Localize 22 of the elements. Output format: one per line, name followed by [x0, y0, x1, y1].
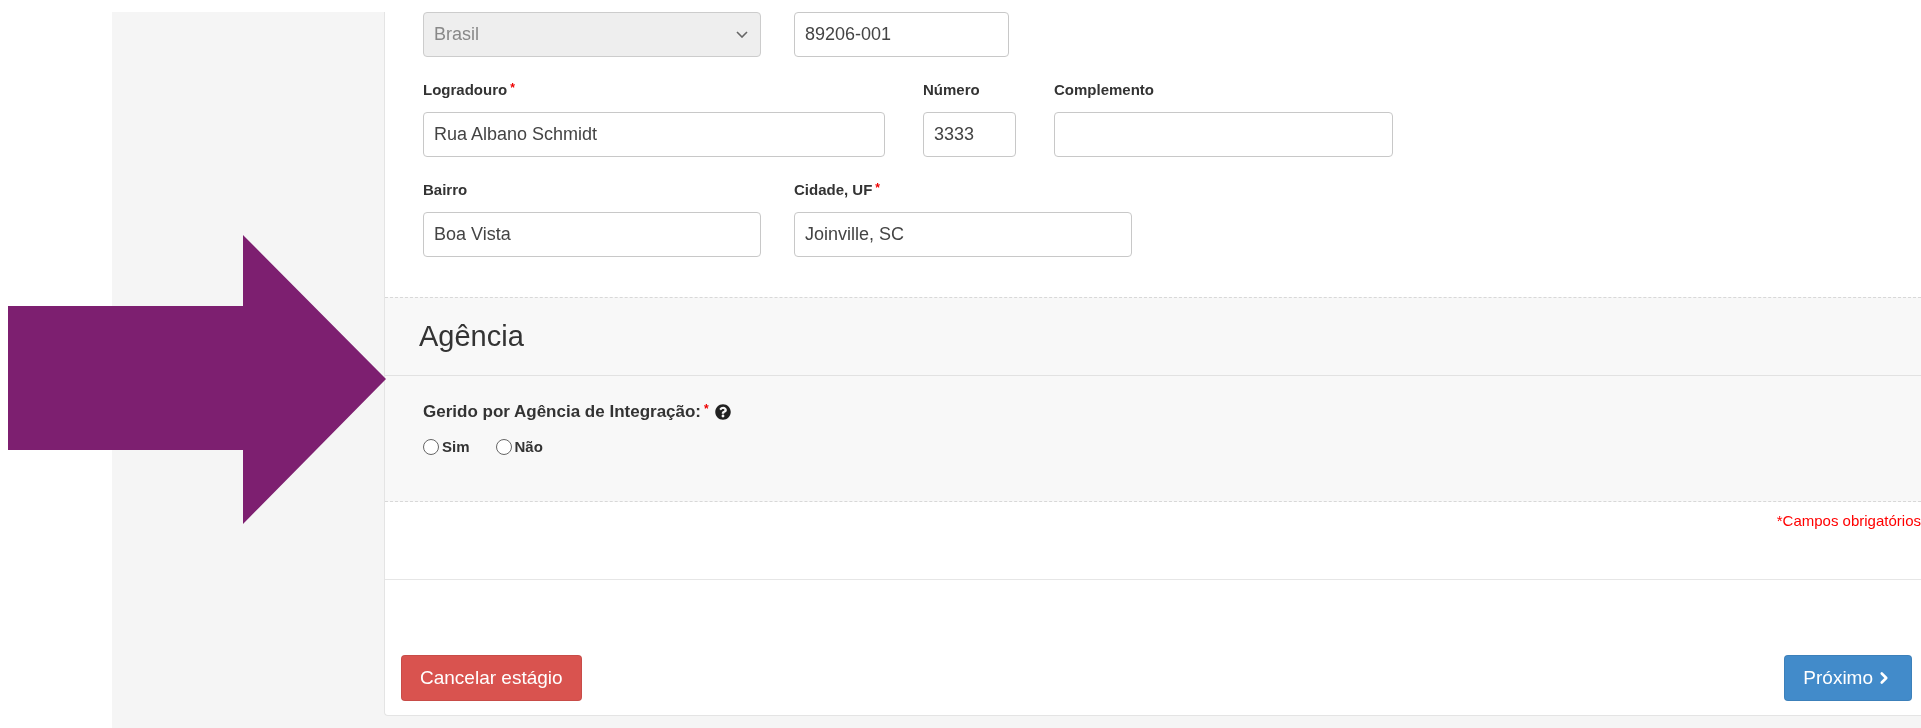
field-label: Número: [923, 81, 981, 98]
radio-option[interactable]: Não: [495, 438, 543, 455]
required-fields-note: *Campos obrigatórios: [1776, 512, 1921, 531]
chevron-down-icon: [736, 31, 748, 38]
radio-option[interactable]: Sim: [423, 438, 470, 455]
question-label: Gerido por Agência de Integração: *: [423, 402, 709, 422]
field-label: Logradouro *: [423, 81, 516, 98]
input-field[interactable]: 3333: [923, 112, 1016, 157]
radio-button[interactable]: [495, 438, 512, 455]
input-field[interactable]: Rua Albano Schmidt: [423, 112, 885, 157]
cancel-button[interactable]: Cancelar estágio: [401, 655, 582, 701]
input-field[interactable]: [1054, 112, 1393, 157]
input-field[interactable]: 89206-001: [794, 12, 1009, 57]
field-label: Complemento: [1054, 81, 1155, 98]
radio-button[interactable]: [423, 438, 439, 455]
input-field[interactable]: Joinville, SC: [794, 212, 1132, 257]
help-icon[interactable]: [714, 404, 731, 420]
next-button[interactable]: Próximo: [1784, 655, 1912, 701]
field-label: Bairro: [423, 181, 469, 198]
field-label: Cidade, UF *: [794, 181, 881, 198]
input-field[interactable]: Boa Vista: [423, 212, 761, 257]
section-title: Agência: [419, 320, 524, 353]
